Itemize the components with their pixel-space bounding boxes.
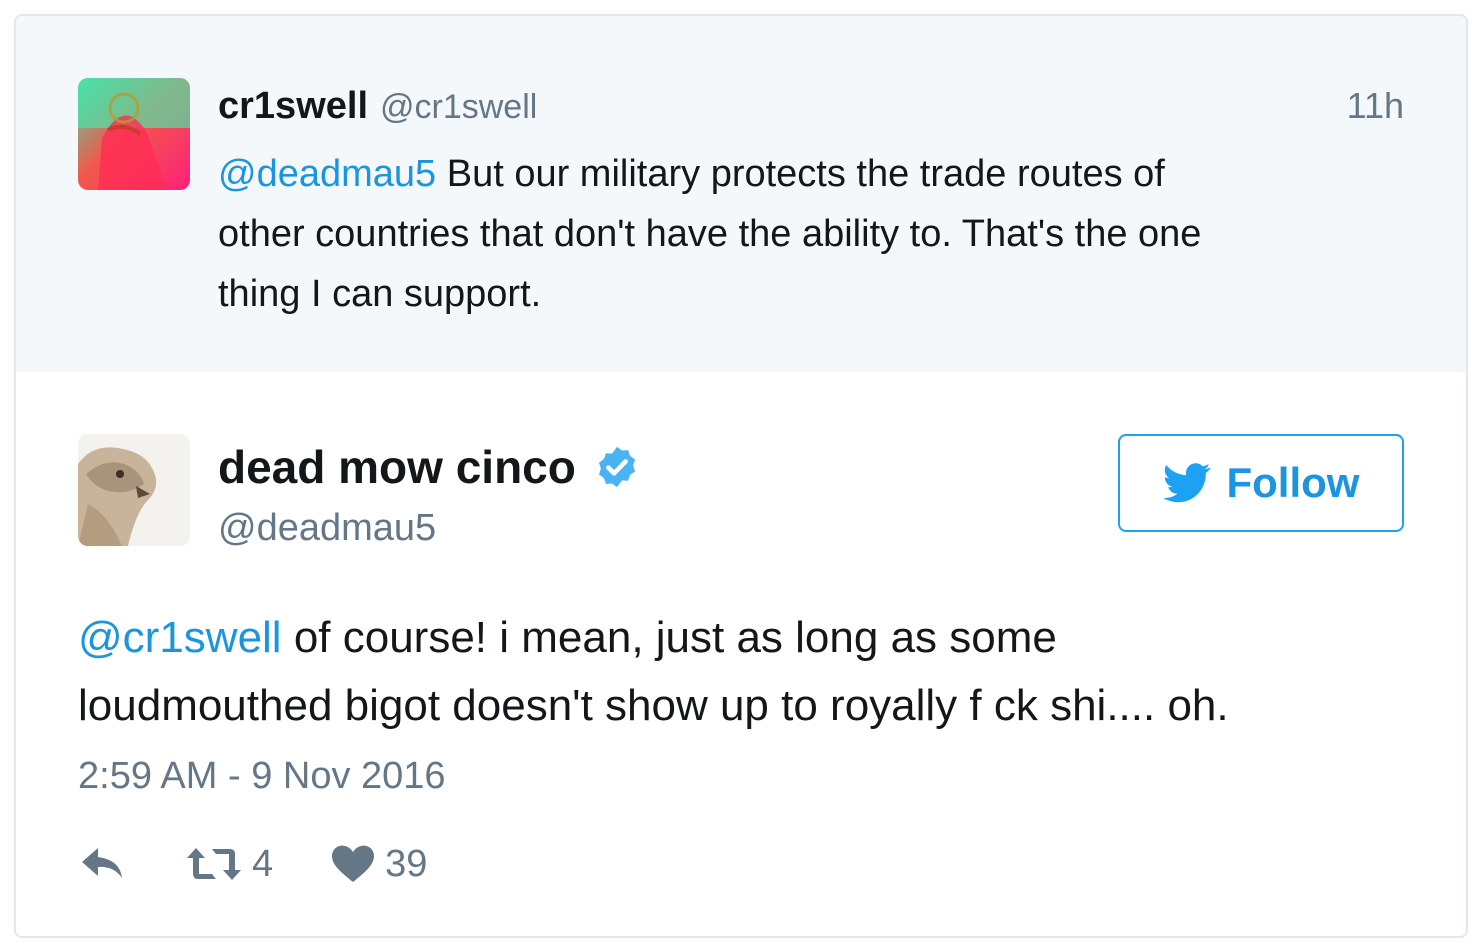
retweet-count: 4 [252, 842, 274, 885]
like-button[interactable]: 39 [331, 843, 427, 886]
embedded-tweet-card: cr1swell @cr1swell 11h @deadmau5 But our … [14, 14, 1468, 938]
tweet-text-line1: of course! i mean, just as long as some [281, 613, 1057, 662]
parent-handle[interactable]: @cr1swell [380, 88, 537, 126]
parent-tweet-header: cr1swell @cr1swell [218, 84, 537, 129]
twitter-bird-icon [1162, 463, 1211, 503]
parent-text-line1: But our military protects the trade rout… [436, 153, 1165, 195]
parent-mention-link[interactable]: @deadmau5 [218, 153, 436, 195]
verified-badge-icon [594, 444, 640, 490]
parent-timestamp[interactable]: 11h [1347, 84, 1404, 128]
author-avatar-image [78, 434, 190, 546]
reply-icon [82, 848, 122, 878]
author-display-name[interactable]: dead mow cinco [218, 440, 576, 494]
parent-avatar[interactable] [78, 78, 190, 190]
parent-tweet-text: @deadmau5 But our military protects the … [218, 144, 1398, 324]
tweet-text: @cr1swell of course! i mean, just as lon… [78, 604, 1428, 740]
reply-button[interactable] [78, 844, 128, 884]
parent-text-line2: other countries that don't have the abil… [218, 213, 1202, 255]
tweet-text-line2: loudmouthed bigot doesn't show up to roy… [78, 681, 1229, 730]
heart-icon [332, 845, 375, 882]
parent-tweet[interactable]: cr1swell @cr1swell 11h @deadmau5 But our … [16, 16, 1466, 372]
follow-button[interactable]: Follow [1118, 434, 1404, 532]
follow-button-label: Follow [1226, 459, 1360, 506]
retweet-button[interactable]: 4 [186, 843, 273, 886]
like-count: 39 [385, 842, 428, 885]
tweet-actions: 4 39 [78, 834, 485, 894]
parent-text-line3: thing I can support. [218, 273, 542, 315]
author-handle[interactable]: @deadmau5 [218, 504, 436, 552]
author-name-row: dead mow cinco [218, 440, 640, 494]
parent-display-name[interactable]: cr1swell [218, 85, 368, 127]
parent-avatar-image [78, 78, 190, 190]
tweet-timestamp[interactable]: 2:59 AM - 9 Nov 2016 [78, 752, 446, 800]
retweet-icon [187, 848, 241, 880]
author-avatar[interactable] [78, 434, 190, 546]
tweet-mention-link[interactable]: @cr1swell [78, 613, 282, 662]
